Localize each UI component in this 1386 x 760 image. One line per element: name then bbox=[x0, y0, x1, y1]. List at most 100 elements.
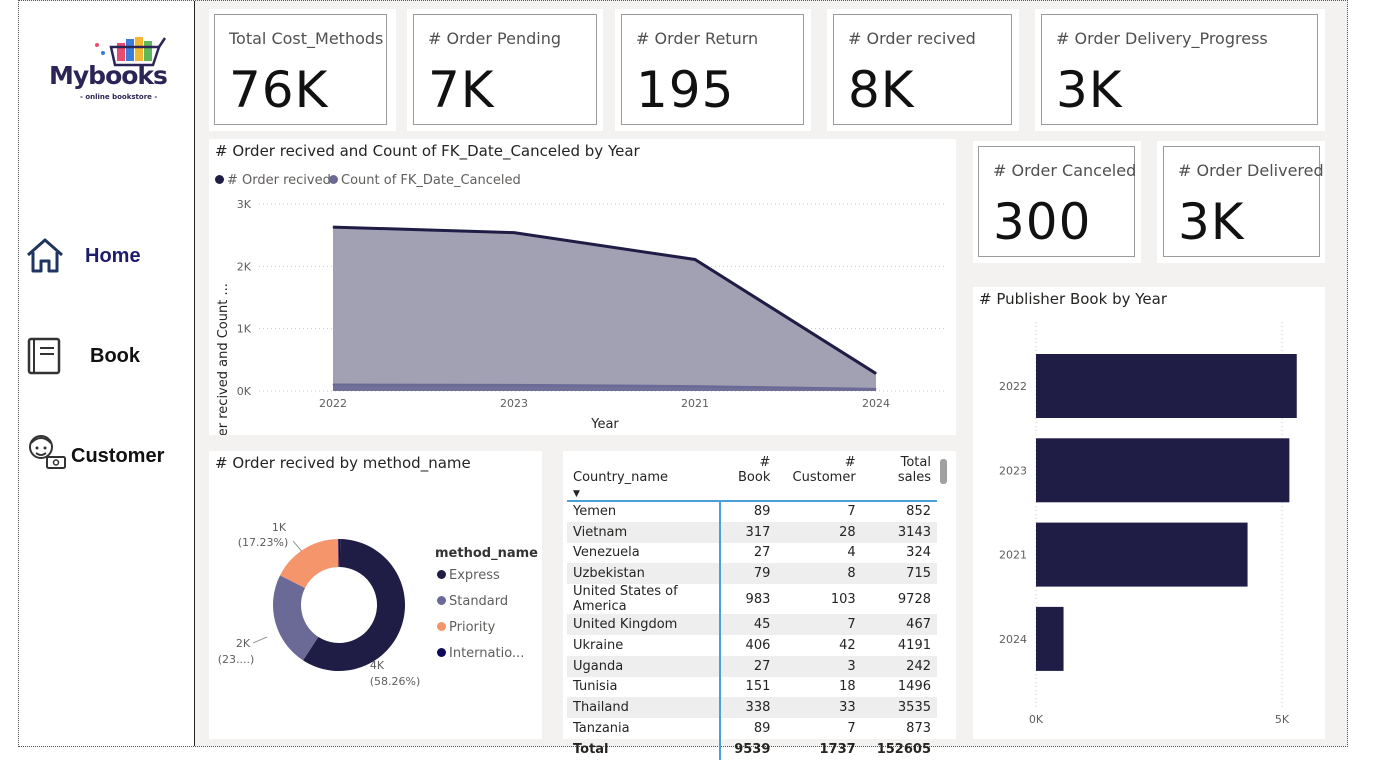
data-point[interactable] bbox=[694, 385, 696, 387]
data-point[interactable] bbox=[513, 384, 515, 386]
kpi-order-canceled[interactable]: # Order Canceled 300 bbox=[978, 146, 1137, 257]
donut-chart-card[interactable]: # Order recived by method_name 1K (17.23… bbox=[209, 451, 542, 739]
legend-label: Standard bbox=[449, 594, 509, 609]
table-cell: United States of America bbox=[567, 584, 722, 615]
legend-express[interactable]: Express bbox=[437, 568, 500, 583]
data-point[interactable] bbox=[875, 373, 877, 375]
bar-chart-plot: 0K 5K 2022 2023 2021 2024 bbox=[999, 322, 1297, 726]
bar-2022[interactable] bbox=[1036, 354, 1297, 418]
y-tick-label: 2022 bbox=[999, 380, 1027, 393]
nav-home[interactable]: Home bbox=[25, 235, 185, 279]
table-row[interactable]: United Kingdom 45 7 467 bbox=[567, 614, 937, 635]
kpi-value: 7K bbox=[428, 61, 495, 119]
kpi-title: # Order Return bbox=[636, 29, 759, 48]
legend-standard[interactable]: Standard bbox=[437, 594, 508, 609]
col-header-label: # Customer bbox=[792, 455, 856, 485]
logo-tagline: - online bookstore - bbox=[80, 93, 158, 101]
kpi-order-delivery-progress[interactable]: # Order Delivery_Progress 3K bbox=[1041, 14, 1318, 125]
table-cell: 89 bbox=[753, 721, 771, 737]
kpi-title: # Order Canceled bbox=[993, 161, 1137, 180]
data-point[interactable] bbox=[332, 384, 334, 386]
bar-2023[interactable] bbox=[1036, 438, 1290, 503]
legend-label: Internatio... bbox=[449, 646, 525, 661]
data-point[interactable] bbox=[694, 258, 696, 260]
data-point[interactable] bbox=[332, 226, 334, 228]
kpi-value: 195 bbox=[636, 61, 735, 119]
table-cell: 27 bbox=[753, 545, 771, 561]
report-canvas: Mybooks - online bookstore - Home Book C… bbox=[18, 0, 1348, 760]
legend-priority[interactable]: Priority bbox=[437, 620, 495, 635]
table-cell: 852 bbox=[906, 504, 931, 520]
table-cell: 7 bbox=[847, 504, 856, 520]
y-tick-label: 2023 bbox=[999, 464, 1027, 477]
table-cell: Yemen bbox=[567, 501, 722, 522]
kpi-title: # Order recived bbox=[848, 29, 976, 48]
country-table: Country_name ▼ # Book # Customer Total sa… bbox=[567, 455, 937, 760]
table-cell: Vietnam bbox=[567, 521, 722, 543]
col-header-customer[interactable]: # Customer bbox=[776, 455, 861, 501]
kpi-order-pending[interactable]: # Order Pending 7K bbox=[413, 14, 597, 125]
mybooks-logo: Mybooks - online bookstore - bbox=[49, 33, 184, 108]
table-cell: Uganda bbox=[567, 655, 722, 677]
x-tick-label: 5K bbox=[1275, 713, 1290, 726]
kpi-order-delivered[interactable]: # Order Delivered 3K bbox=[1163, 146, 1324, 257]
data-point[interactable] bbox=[875, 388, 877, 390]
table-cell: 324 bbox=[906, 545, 931, 561]
table-cell: 42 bbox=[839, 637, 856, 653]
kpi-order-received[interactable]: # Order recived 8K bbox=[833, 14, 1012, 125]
table-row[interactable]: United States of America 983 103 9728 bbox=[567, 584, 937, 615]
table-cell: Tanzania bbox=[567, 718, 722, 739]
col-header-book[interactable]: # Book bbox=[720, 455, 776, 501]
bar-2021[interactable] bbox=[1036, 522, 1248, 587]
col-header-country[interactable]: Country_name ▼ bbox=[567, 455, 720, 501]
table-cell: 467 bbox=[861, 614, 937, 635]
y-tick-label: 0K bbox=[237, 385, 252, 398]
kpi-total-cost-methods[interactable]: Total Cost_Methods 76K bbox=[214, 14, 387, 125]
table-row[interactable]: Ukraine 406 42 4191 bbox=[567, 634, 937, 656]
bar-chart-card[interactable]: # Publisher Book by Year 0K 5K 2022 2023 202… bbox=[973, 287, 1325, 739]
table-cell: 89 bbox=[753, 504, 771, 520]
nav-customer[interactable]: Customer bbox=[25, 431, 185, 475]
country-table-card[interactable]: Country_name ▼ # Book # Customer Total sa… bbox=[563, 451, 956, 760]
nav-customer-label: Customer bbox=[71, 445, 165, 467]
table-total-row: Total 9539 1737 152605 bbox=[567, 738, 937, 760]
table-cell: 28 bbox=[776, 521, 862, 543]
table-cell: 27 bbox=[720, 655, 777, 677]
table-cell: 873 bbox=[906, 721, 931, 737]
table-row[interactable]: Tunisia 151 18 1496 bbox=[567, 676, 937, 698]
col-header-label: Total sales bbox=[897, 455, 931, 485]
nav-book[interactable]: Book bbox=[25, 335, 185, 379]
table-row[interactable]: Venezuela 27 4 324 bbox=[567, 542, 937, 564]
table-row[interactable]: Yemen 89 7 852 bbox=[567, 501, 937, 522]
col-header-total-sales[interactable]: Total sales bbox=[862, 455, 937, 501]
donut-legend-title: method_name bbox=[435, 546, 538, 561]
kpi-order-return[interactable]: # Order Return 195 bbox=[621, 14, 804, 125]
y-tick-label: 2024 bbox=[999, 633, 1027, 646]
kpi-title: # Order Pending bbox=[428, 29, 562, 48]
table-cell: 1496 bbox=[897, 679, 931, 695]
data-point[interactable] bbox=[513, 232, 515, 234]
table-row[interactable]: Vietnam 317 28 3143 bbox=[567, 521, 937, 543]
table-row[interactable]: Tanzania 89 7 873 bbox=[567, 718, 937, 739]
x-tick-label: 2023 bbox=[500, 397, 528, 410]
table-cell: 8 bbox=[776, 563, 862, 585]
legend-international[interactable]: Internatio... bbox=[437, 646, 524, 661]
bar-2024[interactable] bbox=[1036, 606, 1064, 671]
y-tick-label: 2021 bbox=[999, 549, 1027, 562]
table-cell: 7 bbox=[847, 721, 856, 737]
table-cell: 79 bbox=[720, 563, 777, 585]
table-cell: 406 bbox=[745, 637, 771, 653]
kpi-value: 3K bbox=[1178, 193, 1245, 251]
table-cell: 9728 bbox=[897, 591, 931, 607]
area-chart-card[interactable]: # Order recived and Count of FK_Date_Can… bbox=[209, 139, 956, 435]
table-row[interactable]: Thailand 338 33 3535 bbox=[567, 697, 937, 719]
table-cell: 45 bbox=[720, 614, 777, 635]
kpi-title: Total Cost_Methods bbox=[229, 29, 384, 48]
table-cell: Venezuela bbox=[567, 542, 722, 564]
y-tick-label: 1K bbox=[237, 323, 252, 336]
legend-label: Priority bbox=[449, 620, 496, 635]
x-tick-label: 0K bbox=[1029, 713, 1044, 726]
table-row[interactable]: Uganda 27 3 242 bbox=[567, 655, 937, 677]
table-row[interactable]: Uzbekistan 79 8 715 bbox=[567, 563, 937, 585]
table-scrollbar[interactable] bbox=[940, 459, 947, 484]
